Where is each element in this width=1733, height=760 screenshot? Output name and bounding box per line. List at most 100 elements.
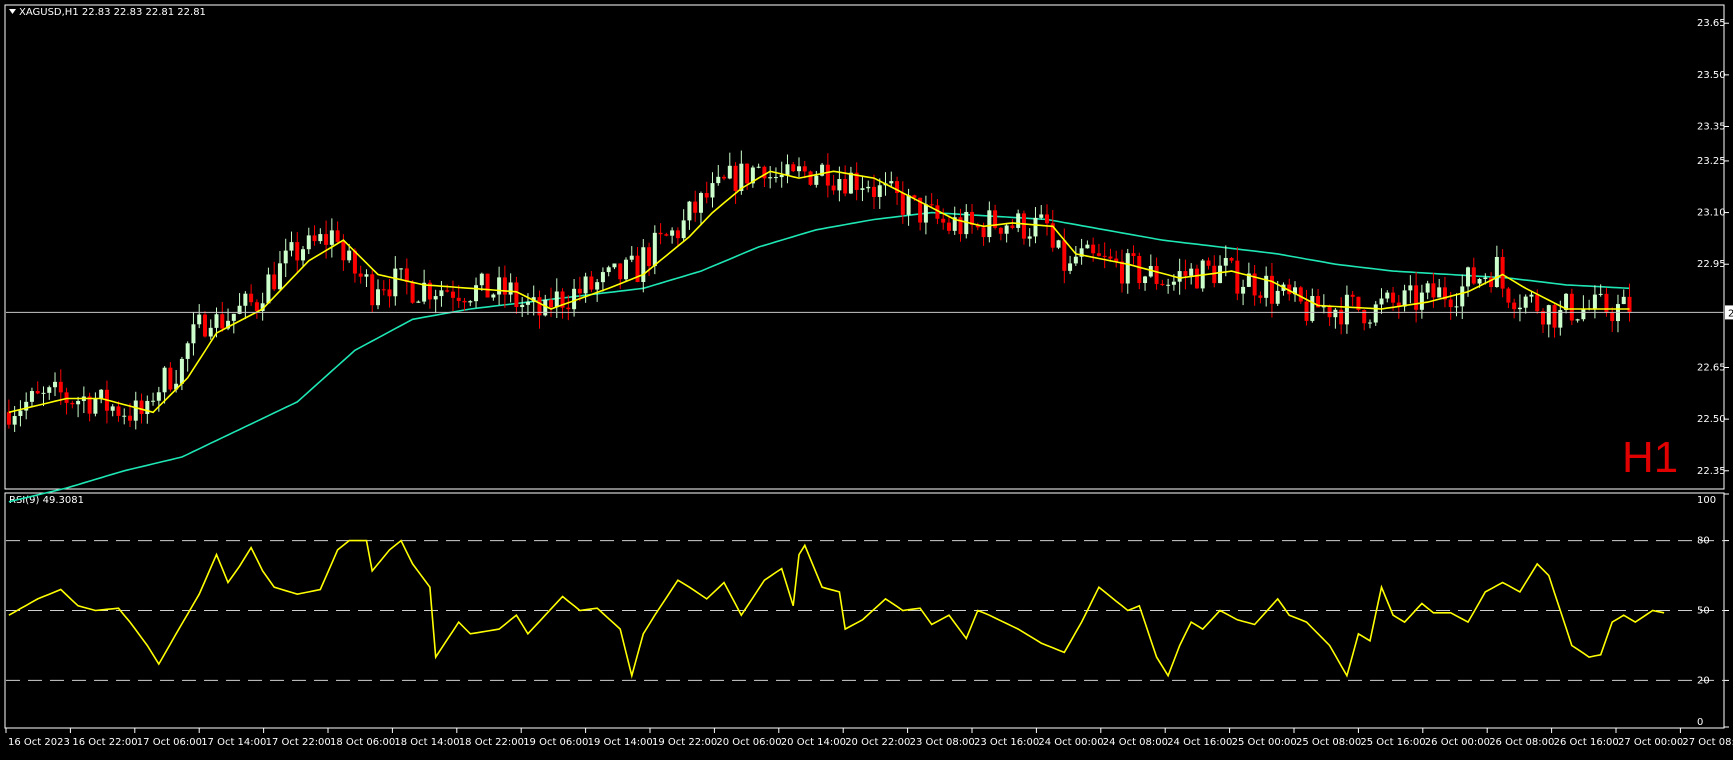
time-tick-label: 23 Oct 16:00 [974,737,1039,748]
candle-body [1102,255,1107,257]
candle-body [1523,296,1528,308]
candle-body [577,288,582,294]
candle-body [1373,304,1378,323]
candle-body [12,416,17,425]
candle-body [370,274,375,306]
candle-body [675,230,680,239]
rsi-tick-label: 50 [1697,606,1710,617]
candle-body [618,263,623,280]
candle-body [941,218,946,223]
candle-body [652,232,657,267]
candle-body [1477,279,1482,284]
candle-body [266,274,271,304]
time-tick-label: 26 Oct 00:00 [1425,737,1490,748]
candle-body [1016,213,1021,228]
candle-body [1604,293,1609,313]
candle-body [1068,263,1073,271]
time-tick-label: 18 Oct 22:00 [459,737,524,748]
candle-body [641,247,646,282]
candle-body [1385,292,1390,299]
candle-body [1039,214,1044,218]
candle-body [1073,256,1078,264]
candle-body [18,410,23,417]
time-tick-label: 27 Oct 00:00 [1618,737,1683,748]
candle-body [716,176,721,184]
candle-body [243,293,248,306]
candle-body [1206,260,1211,266]
candle-body [1408,285,1413,291]
candle-body [549,299,554,308]
candle-body [727,165,732,179]
candle-body [687,201,692,221]
candle-body [99,389,104,399]
time-tick-label: 26 Oct 08:00 [1489,737,1554,748]
candle-body [1004,225,1009,234]
candle-body [987,210,992,238]
candle-body [387,289,392,297]
candle-body [1056,240,1061,248]
time-tick-label: 26 Oct 16:00 [1554,737,1619,748]
candle-body [1621,296,1626,305]
candle-body [202,314,207,337]
candle-body [1350,294,1355,297]
candle-body [122,415,127,417]
candle-body [693,201,698,213]
candle-body [1010,225,1015,228]
candle-body [127,415,132,421]
price-tick-label: 23.50 [1697,70,1726,81]
candle-body [329,230,334,245]
candle-body [1448,299,1453,308]
candle-body [47,387,52,393]
candle-body [998,227,1003,234]
candle-body [1091,244,1096,254]
candle-body [1275,290,1280,304]
candle-body [600,272,605,283]
candle-body [658,232,663,235]
candle-body [485,273,490,298]
candle-body [399,268,404,270]
candle-body [364,274,369,277]
candle-body [347,250,352,261]
candle-body [1598,293,1603,295]
candle-body [946,222,951,231]
candle-body [393,268,398,297]
price-tick-label: 23.65 [1697,18,1726,29]
time-tick-label: 19 Oct 22:00 [652,737,717,748]
candle-body [1021,213,1026,239]
chart-window[interactable]: XAGUSD,H1 22.83 22.83 22.81 22.81 RSI(9)… [0,0,1733,756]
candle-body [762,166,767,179]
candle-body [1466,267,1471,287]
candle-body [1541,311,1546,325]
candle-body [197,314,202,325]
candle-body [1218,265,1223,284]
time-tick-label: 18 Oct 06:00 [330,737,395,748]
candle-body [664,234,669,236]
candle-body [623,259,628,280]
time-tick-label: 20 Oct 06:00 [716,737,781,748]
candle-body [410,282,415,303]
current-price-label: 22.81 [1728,308,1733,319]
candle-body [520,304,525,308]
candle-body [76,400,81,405]
candle-body [1592,294,1597,309]
candle-body [802,166,807,172]
candle-body [462,300,467,303]
candle-body [254,302,259,311]
candle-body [1062,240,1067,271]
candle-body [1194,268,1199,289]
candle-body [145,400,150,414]
candle-body [1177,271,1182,282]
candle-body [1258,295,1263,298]
candle-body [341,241,346,261]
candle-body [1131,253,1136,257]
candle-body [1483,277,1488,280]
candle-body [93,398,98,414]
candle-body [1333,309,1338,318]
candle-body [808,171,813,185]
candle-body [1569,293,1574,321]
time-tick-label: 25 Oct 00:00 [1232,737,1297,748]
candle-body [1581,308,1586,320]
candle-body [508,282,513,295]
candle-body [1327,305,1332,318]
chart-canvas[interactable]: XAGUSD,H1 22.83 22.83 22.81 22.81 RSI(9)… [0,0,1733,756]
